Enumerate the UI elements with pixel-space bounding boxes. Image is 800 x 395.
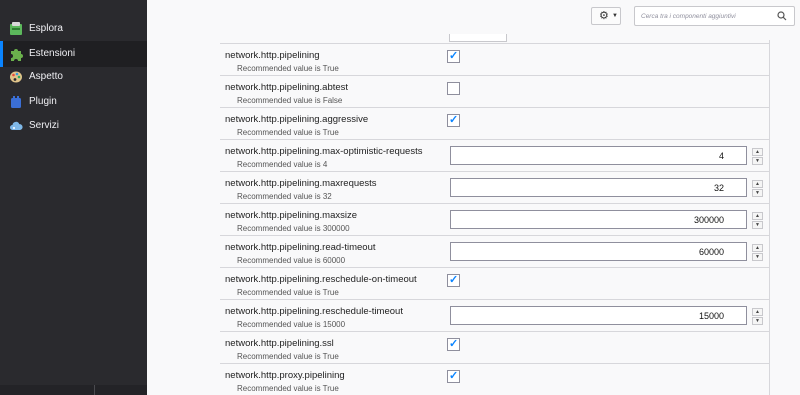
sidebar: Esplora Estensioni Aspetto Plugin Serviz… (0, 0, 147, 395)
divider (769, 40, 770, 395)
pref-number-value: 4 (718, 151, 724, 161)
checkmark-icon: ✓ (449, 338, 459, 350)
pref-recommended-value: Recommended value is True (237, 352, 339, 361)
pref-number-value: 15000 (698, 311, 724, 321)
pref-checkbox[interactable]: ✓ (447, 50, 460, 63)
pref-row: network.http.pipelining Recommended value… (220, 43, 769, 75)
pref-recommended-value: Recommended value is 15000 (237, 320, 346, 329)
tools-menu-button[interactable]: ⚙ ▼ (591, 7, 621, 25)
pref-checkbox[interactable]: ✓ (447, 338, 460, 351)
spin-up-icon[interactable]: ▲ (752, 212, 763, 220)
pref-row: network.http.pipelining.abtest Recommende… (220, 75, 769, 107)
sidebar-item-plugin[interactable]: Plugin (0, 89, 147, 115)
search-icon[interactable] (777, 11, 787, 21)
checkmark-icon: ✓ (449, 50, 459, 62)
checkmark-icon: ✓ (449, 370, 459, 382)
pref-checkbox[interactable] (447, 82, 460, 95)
number-spinner[interactable]: ▲ ▼ (752, 180, 763, 198)
sidebar-item-label: Aspetto (29, 71, 63, 82)
pref-name: network.http.pipelining (225, 50, 320, 61)
pref-name: network.http.pipelining.aggressive (225, 114, 369, 125)
pref-name: network.http.proxy.pipelining (225, 370, 345, 381)
pref-number-input[interactable]: 4 ▲ ▼ (450, 146, 763, 165)
pref-row: network.http.pipelining.max-optimistic-r… (220, 139, 769, 171)
pref-row: network.http.proxy.pipelining Recommended… (220, 363, 769, 395)
pref-name: network.http.pipelining.abtest (225, 82, 349, 93)
checkmark-icon: ✓ (449, 114, 459, 126)
gear-icon: ⚙ (599, 10, 609, 22)
pref-name: network.http.pipelining.reschedule-timeo… (225, 306, 403, 317)
spin-down-icon[interactable]: ▼ (752, 221, 763, 229)
cloud-icon (9, 119, 23, 133)
pref-row: network.http.pipelining.maxsize Recommend… (220, 203, 769, 235)
pref-number-value: 300000 (693, 215, 724, 225)
number-spinner[interactable]: ▲ ▼ (752, 148, 763, 166)
sidebar-item-esplora[interactable]: Esplora (0, 16, 147, 42)
sidebar-item-servizi[interactable]: Servizi (0, 113, 147, 139)
pref-recommended-value: Recommended value is False (237, 96, 343, 105)
spin-up-icon[interactable]: ▲ (752, 244, 763, 252)
divider (94, 385, 95, 395)
pref-name: network.http.pipelining.maxrequests (225, 178, 377, 189)
pref-checkbox[interactable]: ✓ (447, 274, 460, 287)
number-spinner[interactable]: ▲ ▼ (752, 308, 763, 326)
puzzle-icon (9, 47, 23, 61)
pref-row: network.http.pipelining.maxrequests Recom… (220, 171, 769, 203)
palette-icon (9, 70, 23, 84)
pref-name: network.http.pipelining.read-timeout (225, 242, 376, 253)
pref-name: network.http.pipelining.maxsize (225, 210, 358, 221)
search-input[interactable] (641, 10, 775, 23)
pref-number-input[interactable]: 15000 ▲ ▼ (450, 306, 763, 325)
pref-row: network.http.pipelining.reschedule-timeo… (220, 299, 769, 331)
pref-row: network.http.pipelining.reschedule-on-ti… (220, 267, 769, 299)
pref-number-input[interactable]: 60000 ▲ ▼ (450, 242, 763, 261)
pref-number-input[interactable]: 32 ▲ ▼ (450, 178, 763, 197)
sidebar-footer (0, 385, 147, 395)
pref-recommended-value: Recommended value is 60000 (237, 256, 346, 265)
pref-number-value: 60000 (698, 247, 724, 257)
pref-recommended-value: Recommended value is True (237, 384, 339, 393)
compass-icon (9, 22, 23, 36)
sidebar-item-label: Estensioni (29, 48, 76, 59)
pref-recommended-value: Recommended value is 300000 (237, 224, 350, 233)
number-spinner[interactable]: ▲ ▼ (752, 244, 763, 262)
number-spinner[interactable]: ▲ ▼ (752, 212, 763, 230)
pref-number-input[interactable]: 300000 ▲ ▼ (450, 210, 763, 229)
spin-down-icon[interactable]: ▼ (752, 157, 763, 165)
pref-row: network.http.pipelining.ssl Recommended v… (220, 331, 769, 363)
spin-down-icon[interactable]: ▼ (752, 317, 763, 325)
pref-recommended-value: Recommended value is True (237, 64, 339, 73)
pref-name: network.http.pipelining.reschedule-on-ti… (225, 274, 417, 285)
pref-checkbox[interactable]: ✓ (447, 114, 460, 127)
pref-recommended-value: Recommended value is 32 (237, 192, 332, 201)
pref-row: network.http.pipelining.read-timeout Reco… (220, 235, 769, 267)
spin-up-icon[interactable]: ▲ (752, 308, 763, 316)
sidebar-item-aspetto[interactable]: Aspetto (0, 64, 147, 90)
pref-row: network.http.pipelining.aggressive Recomm… (220, 107, 769, 139)
pref-recommended-value: Recommended value is 4 (237, 160, 328, 169)
pref-recommended-value: Recommended value is True (237, 128, 339, 137)
sidebar-item-label: Esplora (29, 23, 63, 34)
main-content: ⚙ ▼ network.http.pipelining Recommended v… (147, 0, 800, 395)
plugin-icon (9, 95, 23, 109)
sidebar-item-label: Plugin (29, 96, 57, 107)
pref-checkbox[interactable]: ✓ (447, 370, 460, 383)
spin-down-icon[interactable]: ▼ (752, 189, 763, 197)
sidebar-item-label: Servizi (29, 120, 60, 131)
spin-down-icon[interactable]: ▼ (752, 253, 763, 261)
spin-up-icon[interactable]: ▲ (752, 148, 763, 156)
partial-field[interactable] (449, 34, 507, 42)
chevron-down-icon: ▼ (612, 13, 618, 19)
pref-name: network.http.pipelining.max-optimistic-r… (225, 146, 423, 157)
checkmark-icon: ✓ (449, 274, 459, 286)
spin-up-icon[interactable]: ▲ (752, 180, 763, 188)
pref-number-value: 32 (713, 183, 724, 193)
search-box[interactable] (634, 6, 795, 26)
pref-recommended-value: Recommended value is True (237, 288, 339, 297)
pref-name: network.http.pipelining.ssl (225, 338, 334, 349)
